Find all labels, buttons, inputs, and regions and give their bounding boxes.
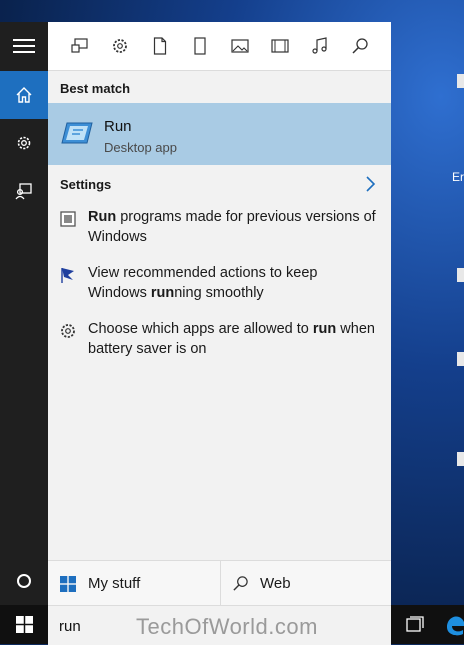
web-label: Web — [260, 575, 291, 592]
highlight-match: run — [312, 321, 337, 337]
settings-heading[interactable]: Settings — [60, 177, 111, 192]
flag-icon — [61, 268, 74, 283]
search-box[interactable]: run TechOfWorld.com — [48, 605, 391, 645]
my-stuff-button[interactable]: My stuff — [60, 561, 140, 606]
folders-icon — [194, 37, 206, 55]
filter-music-button[interactable] — [310, 36, 330, 56]
gear-icon — [61, 324, 75, 338]
settings-result-text: Run programs made for previous versions … — [88, 207, 378, 247]
settings-button[interactable] — [0, 119, 48, 167]
windows-logo-icon — [60, 575, 76, 592]
result-title: Run — [104, 118, 132, 135]
settings-result[interactable]: Choose which apps are allowed to run whe… — [48, 319, 391, 371]
filter-folders-button[interactable] — [190, 36, 210, 56]
search-results: Best match Run Desktop app Settings Run … — [48, 71, 391, 560]
chevron-right-icon[interactable] — [364, 176, 376, 192]
desktop-file-icon[interactable] — [456, 72, 464, 90]
settings-result-text: Choose which apps are allowed to run whe… — [88, 319, 378, 359]
settings-result[interactable]: View recommended actions to keep Windows… — [48, 263, 391, 315]
search-input[interactable]: run — [59, 618, 81, 635]
gear-icon — [17, 136, 31, 150]
desktop-file-icon[interactable] — [456, 266, 464, 284]
edge-icon[interactable] — [444, 613, 464, 637]
apps-icon — [71, 38, 88, 53]
windows-logo-icon — [15, 616, 33, 633]
web-button[interactable]: Web — [232, 561, 291, 606]
result-text: Choose which apps are allowed to — [88, 321, 313, 337]
feedback-icon — [15, 183, 32, 200]
home-button[interactable] — [0, 71, 48, 119]
start-button[interactable] — [0, 605, 48, 644]
my-stuff-label: My stuff — [88, 575, 141, 592]
scope-bar: My stuff Web — [48, 560, 391, 606]
hamburger-icon — [13, 39, 35, 53]
result-text: programs made for previous versions of W… — [88, 209, 376, 245]
documents-icon — [153, 37, 167, 55]
scope-divider — [220, 561, 221, 606]
highlight-match: Run — [88, 209, 117, 225]
best-match-result[interactable]: Run Desktop app — [48, 103, 391, 165]
home-icon — [16, 87, 32, 103]
settings-result[interactable]: Run programs made for previous versions … — [48, 207, 391, 259]
videos-icon — [271, 39, 289, 53]
music-icon — [312, 37, 327, 54]
cortana-circle-icon — [17, 574, 31, 588]
photos-icon — [231, 39, 249, 53]
task-view-icon[interactable] — [405, 615, 425, 635]
highlight-match: run — [150, 285, 175, 301]
search-icon — [233, 576, 248, 591]
result-text: ning smoothly — [174, 285, 264, 301]
settings-result-text: View recommended actions to keep Windows… — [88, 263, 378, 303]
taskbar: run TechOfWorld.com — [0, 605, 464, 645]
desktop-file-icon[interactable] — [456, 450, 464, 468]
desktop-icon-label[interactable]: Er — [452, 170, 464, 184]
feedback-button[interactable] — [0, 167, 48, 215]
menu-button[interactable] — [0, 22, 48, 70]
filter-search-button[interactable] — [350, 36, 370, 56]
filter-videos-button[interactable] — [270, 36, 290, 56]
filter-settings-button[interactable] — [110, 36, 130, 56]
run-compat-icon — [60, 211, 76, 227]
search-panel: Best match Run Desktop app Settings Run … — [48, 22, 391, 606]
search-icon — [352, 38, 368, 54]
cortana-button[interactable] — [0, 557, 48, 605]
start-rail — [0, 22, 48, 605]
desktop-file-icon[interactable] — [456, 350, 464, 368]
filter-bar — [48, 22, 391, 71]
filter-photos-button[interactable] — [230, 36, 250, 56]
best-match-heading: Best match — [60, 81, 131, 96]
watermark: TechOfWorld.com — [136, 614, 318, 639]
run-app-icon — [61, 122, 93, 144]
filter-apps-button[interactable] — [70, 36, 90, 56]
result-subtitle: Desktop app — [104, 140, 177, 155]
settings-icon — [113, 39, 127, 53]
filter-documents-button[interactable] — [150, 36, 170, 56]
